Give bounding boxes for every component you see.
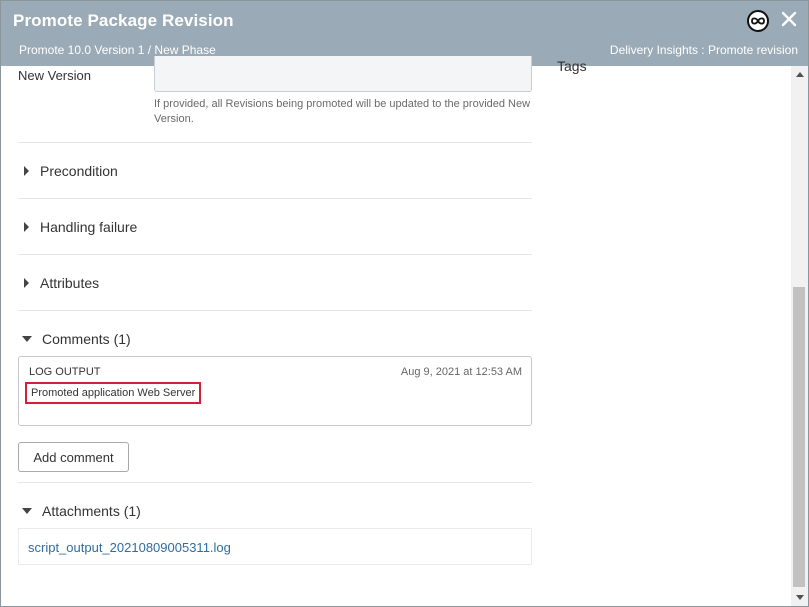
add-comment-button[interactable]: Add comment [18, 442, 129, 472]
divider [18, 310, 532, 311]
attachment-list: script_output_20210809005311.log [18, 528, 532, 565]
tags-label: Tags [557, 58, 587, 74]
section-label: Precondition [40, 163, 118, 179]
section-label: Attachments (1) [42, 503, 141, 519]
comment-type: LOG OUTPUT [29, 366, 101, 378]
breadcrumb: Promote 10.0 Version 1 / New Phase [19, 43, 216, 57]
comment-timestamp: Aug 9, 2021 at 12:53 AM [400, 366, 522, 378]
new-version-label: New Version [18, 68, 91, 83]
scrollbar-thumb[interactable] [793, 287, 805, 587]
section-handling-failure[interactable]: Handling failure [18, 216, 137, 238]
section-label: Comments (1) [42, 331, 131, 347]
divider [18, 482, 532, 483]
section-precondition[interactable]: Precondition [18, 160, 118, 182]
scroll-up-arrow-icon[interactable] [796, 72, 804, 77]
new-version-input[interactable] [154, 56, 532, 92]
close-icon[interactable] [779, 9, 799, 29]
section-label: Attributes [40, 275, 100, 291]
dialog-title: Promote Package Revision [13, 11, 234, 30]
comment-card: LOG OUTPUT Aug 9, 2021 at 12:53 AM Promo… [18, 356, 532, 426]
section-attributes[interactable]: Attributes [18, 272, 99, 294]
divider [18, 142, 532, 143]
chevron-down-icon [22, 508, 32, 514]
new-version-help-text: If provided, all Revisions being promote… [154, 98, 531, 125]
chevron-right-icon [24, 222, 29, 232]
divider [18, 198, 532, 199]
chevron-right-icon [24, 278, 29, 288]
dialog-content: Tags New Version If provided, all Revisi… [1, 56, 791, 606]
comment-text: Promoted application Web Server [25, 382, 202, 404]
section-attachments[interactable]: Attachments (1) [18, 500, 141, 522]
vertical-scrollbar[interactable] [791, 66, 808, 606]
context-label: Delivery Insights : Promote revision [609, 43, 798, 57]
divider [18, 254, 532, 255]
promote-revision-dialog: Promote Package Revision Promote 10.0 Ve… [0, 0, 809, 607]
chevron-right-icon [24, 166, 29, 176]
chevron-down-icon [22, 336, 32, 342]
section-comments[interactable]: Comments (1) [18, 328, 131, 350]
section-label: Handling failure [40, 219, 138, 235]
scroll-down-arrow-icon[interactable] [796, 595, 804, 600]
attachment-link[interactable]: script_output_20210809005311.log [28, 540, 231, 555]
infinity-logo-icon [747, 10, 769, 32]
